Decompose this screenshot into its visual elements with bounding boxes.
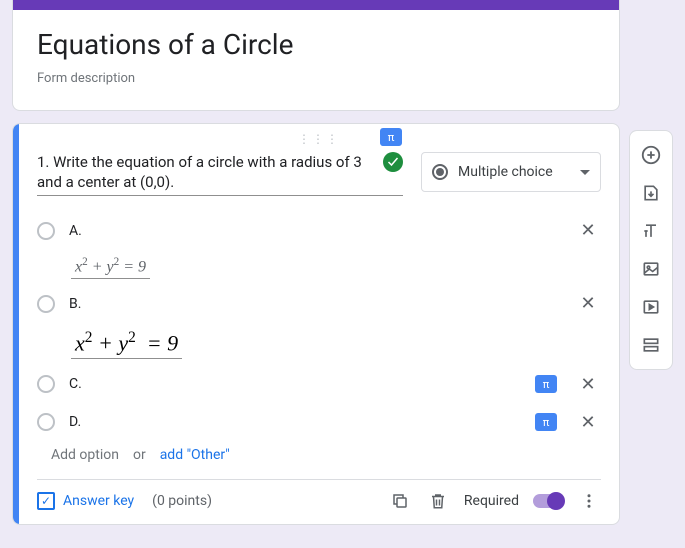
answer-key-icon: ✓ (37, 492, 55, 510)
drag-handle-icon[interactable]: ⋮⋮⋮ (37, 132, 601, 148)
answer-key-label: Answer key (63, 493, 134, 509)
duplicate-button[interactable] (388, 492, 412, 510)
remove-option-d-button[interactable]: ✕ (575, 412, 601, 433)
add-image-button[interactable] (633, 251, 669, 287)
add-video-button[interactable] (633, 289, 669, 325)
remove-option-c-button[interactable]: ✕ (575, 374, 601, 395)
header-accent (13, 0, 619, 10)
radio-icon (37, 295, 55, 313)
add-section-button[interactable] (633, 327, 669, 363)
dropdown-caret-icon (580, 170, 590, 175)
add-question-button[interactable] (633, 137, 669, 173)
equation-badge-icon[interactable] (383, 152, 403, 172)
delete-button[interactable] (426, 492, 450, 510)
form-description[interactable]: Form description (37, 71, 595, 86)
points-label: (0 points) (152, 493, 212, 509)
option-c-label[interactable]: C. (69, 376, 521, 392)
option-b-label[interactable]: B. (69, 296, 561, 312)
add-option-button[interactable]: Add option (51, 447, 119, 463)
add-other-button[interactable]: add "Other" (160, 447, 230, 463)
answer-key-button[interactable]: ✓ Answer key (37, 492, 134, 510)
side-toolbar (629, 130, 673, 370)
form-title[interactable]: Equations of a Circle (37, 28, 595, 61)
equation-chip-icon[interactable]: π (535, 375, 557, 393)
equation-chip-icon[interactable]: π (535, 413, 557, 431)
add-title-button[interactable] (633, 213, 669, 249)
option-d-row: D. π ✕ (37, 403, 601, 441)
question-text-input[interactable]: 1. Write the equation of a circle with a… (37, 152, 403, 196)
multiple-choice-icon (432, 164, 448, 180)
required-toggle[interactable] (533, 494, 563, 508)
radio-icon (37, 413, 55, 431)
radio-icon (37, 375, 55, 393)
equation-image-a[interactable]: x2 + y2 = 9 (71, 254, 150, 279)
more-options-button[interactable] (577, 492, 601, 510)
option-d-label[interactable]: D. (69, 414, 521, 430)
question-type-dropdown[interactable]: Multiple choice (421, 152, 601, 192)
radio-icon (37, 222, 55, 240)
option-c-row: C. π ✕ (37, 365, 601, 403)
question-type-label: Multiple choice (458, 164, 570, 180)
or-text: or (133, 447, 146, 463)
form-header-card: Equations of a Circle Form description (12, 0, 620, 111)
import-questions-button[interactable] (633, 175, 669, 211)
remove-option-a-button[interactable]: ✕ (575, 220, 601, 241)
question-text: 1. Write the equation of a circle with a… (37, 152, 377, 193)
option-a-row: A. ✕ (37, 212, 601, 250)
required-label: Required (464, 493, 519, 509)
equation-image-b[interactable]: x2 + y2 = 9 (71, 327, 182, 359)
add-option-row: Add option or add "Other" (37, 441, 601, 473)
option-b-row: B. ✕ (37, 285, 601, 323)
option-a-label[interactable]: A. (69, 223, 561, 239)
question-card: ⋮⋮⋮ 1. Write the equation of a circle wi… (12, 123, 620, 525)
remove-option-b-button[interactable]: ✕ (575, 293, 601, 314)
equation-chip-icon[interactable]: π (380, 128, 402, 146)
